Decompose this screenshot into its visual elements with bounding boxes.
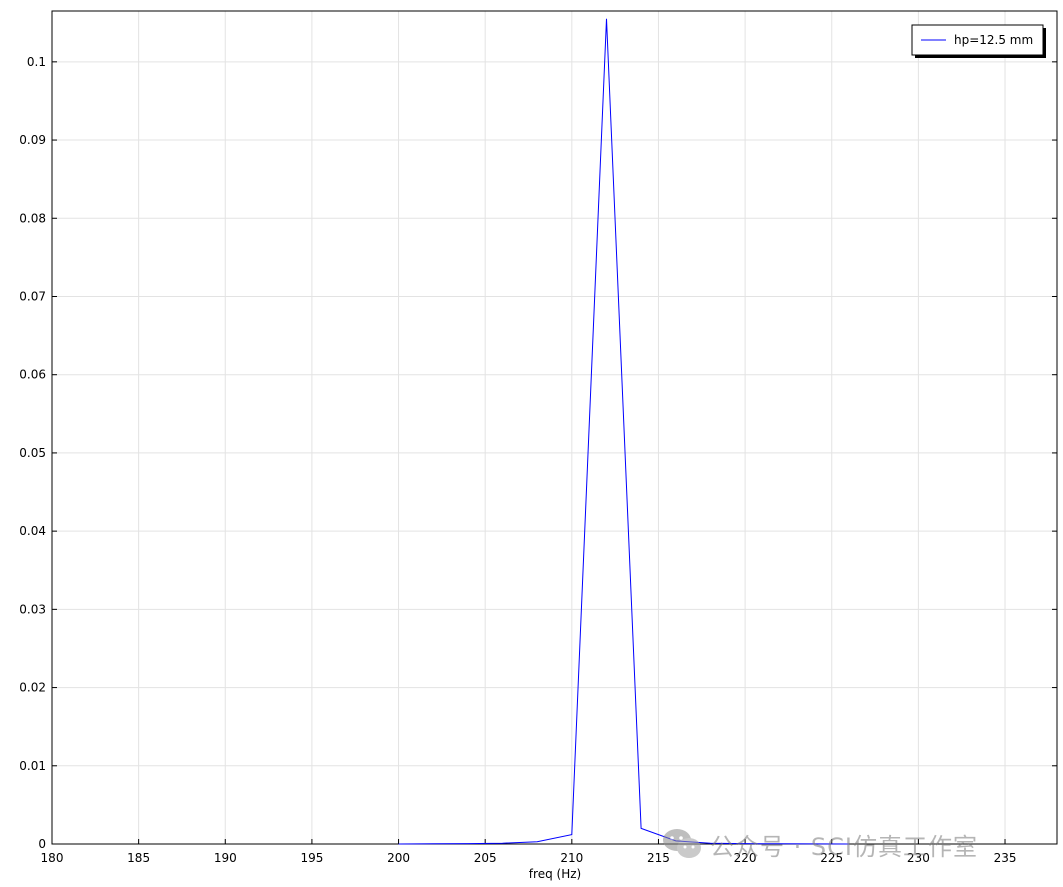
axes: 180 185 190 195 200 205 210 215 220 225 230 23500.0…: [19, 55, 1057, 865]
legend: hp=12.5 mm: [911, 24, 1046, 58]
series-line: [398, 18, 850, 845]
y-tick-label: 0.04: [19, 524, 46, 538]
wechat-icon: [663, 829, 701, 858]
line-chart: 180 185 190 195 200 205 210 215 220 225 230 23500.0…: [19, 10, 1058, 881]
y-tick-label: 0.03: [19, 602, 46, 616]
x-tick-label: 180: [41, 851, 64, 865]
y-tick-label: 0.05: [19, 446, 46, 460]
x-tick-label: 185: [127, 851, 150, 865]
watermark: 公众号 · SCI仿真工作室: [662, 826, 978, 862]
x-tick-label: 190: [214, 851, 237, 865]
y-tick-label: 0.07: [19, 289, 46, 303]
y-tick-label: 0.01: [19, 759, 46, 773]
y-tick-label: 0.08: [19, 211, 46, 225]
legend-label: hp=12.5 mm: [954, 33, 1033, 47]
y-tick-label: 0.02: [19, 681, 46, 695]
x-tick-label: 235: [994, 851, 1017, 865]
grid: [52, 11, 1057, 844]
series-group: [398, 18, 850, 845]
x-tick-label: 200: [387, 851, 410, 865]
x-tick-label: 205: [474, 851, 497, 865]
y-tick-label: 0: [38, 837, 46, 851]
y-tick-label: 0.09: [19, 133, 46, 147]
plot-area-frame: [51, 10, 1058, 845]
x-tick-label: 210: [560, 851, 583, 865]
watermark-text: 公众号 · SCI仿真工作室: [710, 832, 978, 861]
x-axis-title: freq (Hz): [529, 867, 581, 881]
x-tick-label: 195: [300, 851, 323, 865]
y-tick-label: 0.1: [27, 55, 46, 69]
y-tick-label: 0.06: [19, 368, 46, 382]
